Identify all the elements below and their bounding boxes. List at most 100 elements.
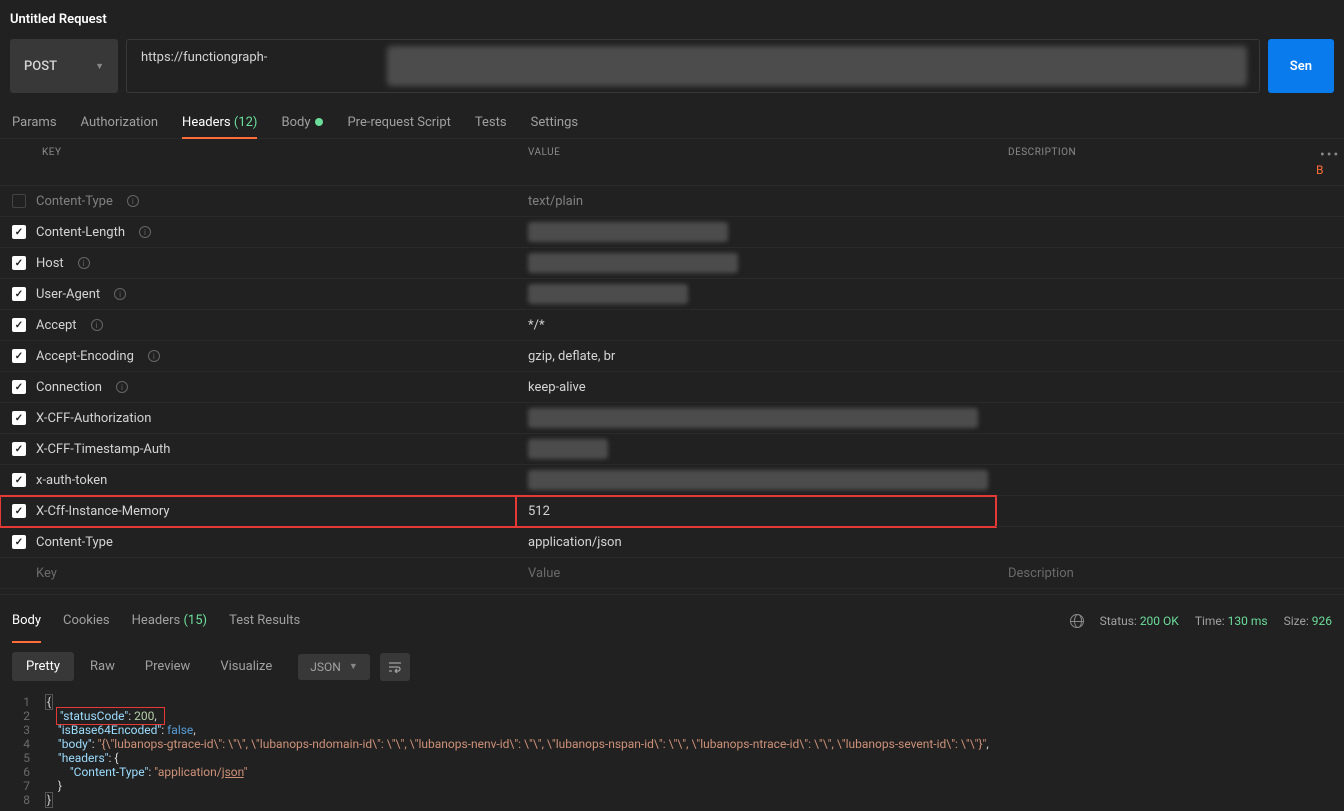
header-key: Content-Length <box>36 225 125 240</box>
header-key-cell[interactable]: ✓ User-Agent i <box>0 279 516 310</box>
header-desc-cell[interactable] <box>996 279 1304 310</box>
info-icon[interactable]: i <box>139 226 151 238</box>
view-raw[interactable]: Raw <box>76 652 129 681</box>
bulk-edit[interactable]: B <box>1316 163 1324 177</box>
info-icon[interactable]: i <box>78 257 90 269</box>
headers-table: KEY VALUE DESCRIPTION ••• B Content-Type… <box>0 139 1344 589</box>
header-value-cell[interactable] <box>516 434 996 465</box>
header-value-cell[interactable]: keep-alive <box>516 372 996 403</box>
header-desc-cell[interactable] <box>996 496 1304 527</box>
header-desc-cell[interactable] <box>996 465 1304 496</box>
info-icon[interactable]: i <box>91 319 103 331</box>
resp-tab-cookies[interactable]: Cookies <box>63 605 110 636</box>
header-actions-cell <box>1304 310 1344 341</box>
checkbox[interactable]: ✓ <box>12 411 26 425</box>
send-button[interactable]: Sen <box>1268 39 1334 93</box>
tab-headers[interactable]: Headers (12) <box>182 107 257 138</box>
tab-authorization[interactable]: Authorization <box>81 107 159 138</box>
header-actions-cell <box>1304 465 1344 496</box>
header-key-cell[interactable]: Content-Type i <box>0 186 516 217</box>
tab-settings[interactable]: Settings <box>531 107 578 138</box>
response-bar: Body Cookies Headers (15) Test Results S… <box>0 594 1344 642</box>
info-icon[interactable]: i <box>116 381 128 393</box>
header-key-cell[interactable]: ✓Connectioni <box>0 372 516 403</box>
chevron-down-icon: ▼ <box>95 61 104 72</box>
resp-tab-body[interactable]: Body <box>12 605 41 636</box>
checkbox[interactable]: ✓ <box>12 380 26 394</box>
checkbox[interactable]: ✓ <box>12 225 26 239</box>
resp-tab-headers[interactable]: Headers (15) <box>132 605 207 636</box>
method-select[interactable]: POST ▼ <box>10 39 118 93</box>
header-actions-cell <box>1304 403 1344 434</box>
info-icon[interactable]: i <box>127 195 139 207</box>
view-preview[interactable]: Preview <box>131 652 204 681</box>
header-key: X-CFF-Authorization <box>36 411 151 426</box>
header-desc-cell[interactable] <box>996 527 1304 558</box>
response-body[interactable]: 1{ 2 "statusCode": 200, 3 "isBase64Encod… <box>0 691 1344 811</box>
header-value-cell[interactable] <box>516 465 996 496</box>
tab-headers-count: (12) <box>234 115 258 130</box>
header-value-cell[interactable]: text/plain <box>516 186 996 217</box>
request-bar: POST ▼ https://functiongraph- Sen <box>0 39 1344 107</box>
header-actions-cell <box>1304 341 1344 372</box>
view-visualize[interactable]: Visualize <box>206 652 286 681</box>
header-key: Host <box>36 256 64 271</box>
tab-headers-label: Headers <box>182 115 231 130</box>
tab-prerequest[interactable]: Pre-request Script <box>347 107 450 138</box>
header-value-cell[interactable]: */* <box>516 310 996 341</box>
header-desc-cell[interactable] <box>996 186 1304 217</box>
header-key-cell[interactable]: ✓Accept-Encodingi <box>0 341 516 372</box>
new-desc-cell[interactable]: Description <box>996 558 1304 589</box>
view-pretty[interactable]: Pretty <box>12 652 74 681</box>
header-key: Content-Type <box>36 194 113 209</box>
header-value-cell[interactable] <box>516 279 996 310</box>
header-value-cell[interactable]: application/json <box>516 527 996 558</box>
new-value-cell[interactable]: Value <box>516 558 996 589</box>
checkbox[interactable]: ✓ <box>12 287 26 301</box>
header-key-cell[interactable]: ✓Accepti <box>0 310 516 341</box>
checkbox[interactable]: ✓ <box>12 442 26 456</box>
url-input[interactable]: https://functiongraph- <box>126 39 1260 93</box>
info-icon[interactable]: i <box>148 350 160 362</box>
header-key-cell[interactable]: ✓x-auth-token <box>0 465 516 496</box>
header-desc-cell[interactable] <box>996 434 1304 465</box>
checkbox[interactable]: ✓ <box>12 504 26 518</box>
header-key-cell[interactable]: ✓ X-CFF-Timestamp-Auth <box>0 434 516 465</box>
header-key: X-CFF-Timestamp-Auth <box>36 442 170 457</box>
header-key-cell[interactable]: ✓ Host i <box>0 248 516 279</box>
header-value-cell[interactable]: 512 <box>516 496 996 527</box>
new-key-cell[interactable]: Key <box>0 558 516 589</box>
info-icon[interactable]: i <box>114 288 126 300</box>
checkbox[interactable]: ✓ <box>12 349 26 363</box>
col-actions: ••• B <box>1304 139 1344 186</box>
header-key-cell[interactable]: ✓ X-CFF-Authorization <box>0 403 516 434</box>
format-select[interactable]: JSON▼ <box>298 654 369 680</box>
status-info: Status: 200 OK <box>1100 614 1179 628</box>
header-key-cell[interactable]: ✓X-Cff-Instance-Memory <box>0 496 516 527</box>
header-key-cell[interactable]: ✓ Content-Length i <box>0 217 516 248</box>
wrap-button[interactable] <box>380 653 410 681</box>
header-value-cell[interactable] <box>516 248 996 279</box>
checkbox[interactable]: ✓ <box>12 535 26 549</box>
header-key-cell[interactable]: ✓Content-Type <box>0 527 516 558</box>
checkbox[interactable]: ✓ <box>12 256 26 270</box>
resp-tab-tests[interactable]: Test Results <box>229 605 300 636</box>
header-desc-cell[interactable] <box>996 403 1304 434</box>
globe-icon[interactable] <box>1070 614 1084 628</box>
tab-params[interactable]: Params <box>12 107 57 138</box>
header-desc-cell[interactable] <box>996 341 1304 372</box>
header-desc-cell[interactable] <box>996 310 1304 341</box>
header-desc-cell[interactable] <box>996 248 1304 279</box>
tab-body[interactable]: Body <box>281 107 323 138</box>
header-desc-cell[interactable] <box>996 372 1304 403</box>
header-desc-cell[interactable] <box>996 217 1304 248</box>
header-actions-cell <box>1304 496 1344 527</box>
header-value-cell[interactable]: gzip, deflate, br <box>516 341 996 372</box>
header-value-cell[interactable] <box>516 217 996 248</box>
tab-tests[interactable]: Tests <box>475 107 507 138</box>
header-key: User-Agent <box>36 287 100 302</box>
checkbox[interactable]: ✓ <box>12 473 26 487</box>
checkbox[interactable] <box>12 194 26 208</box>
header-value-cell[interactable] <box>516 403 996 434</box>
checkbox[interactable]: ✓ <box>12 318 26 332</box>
